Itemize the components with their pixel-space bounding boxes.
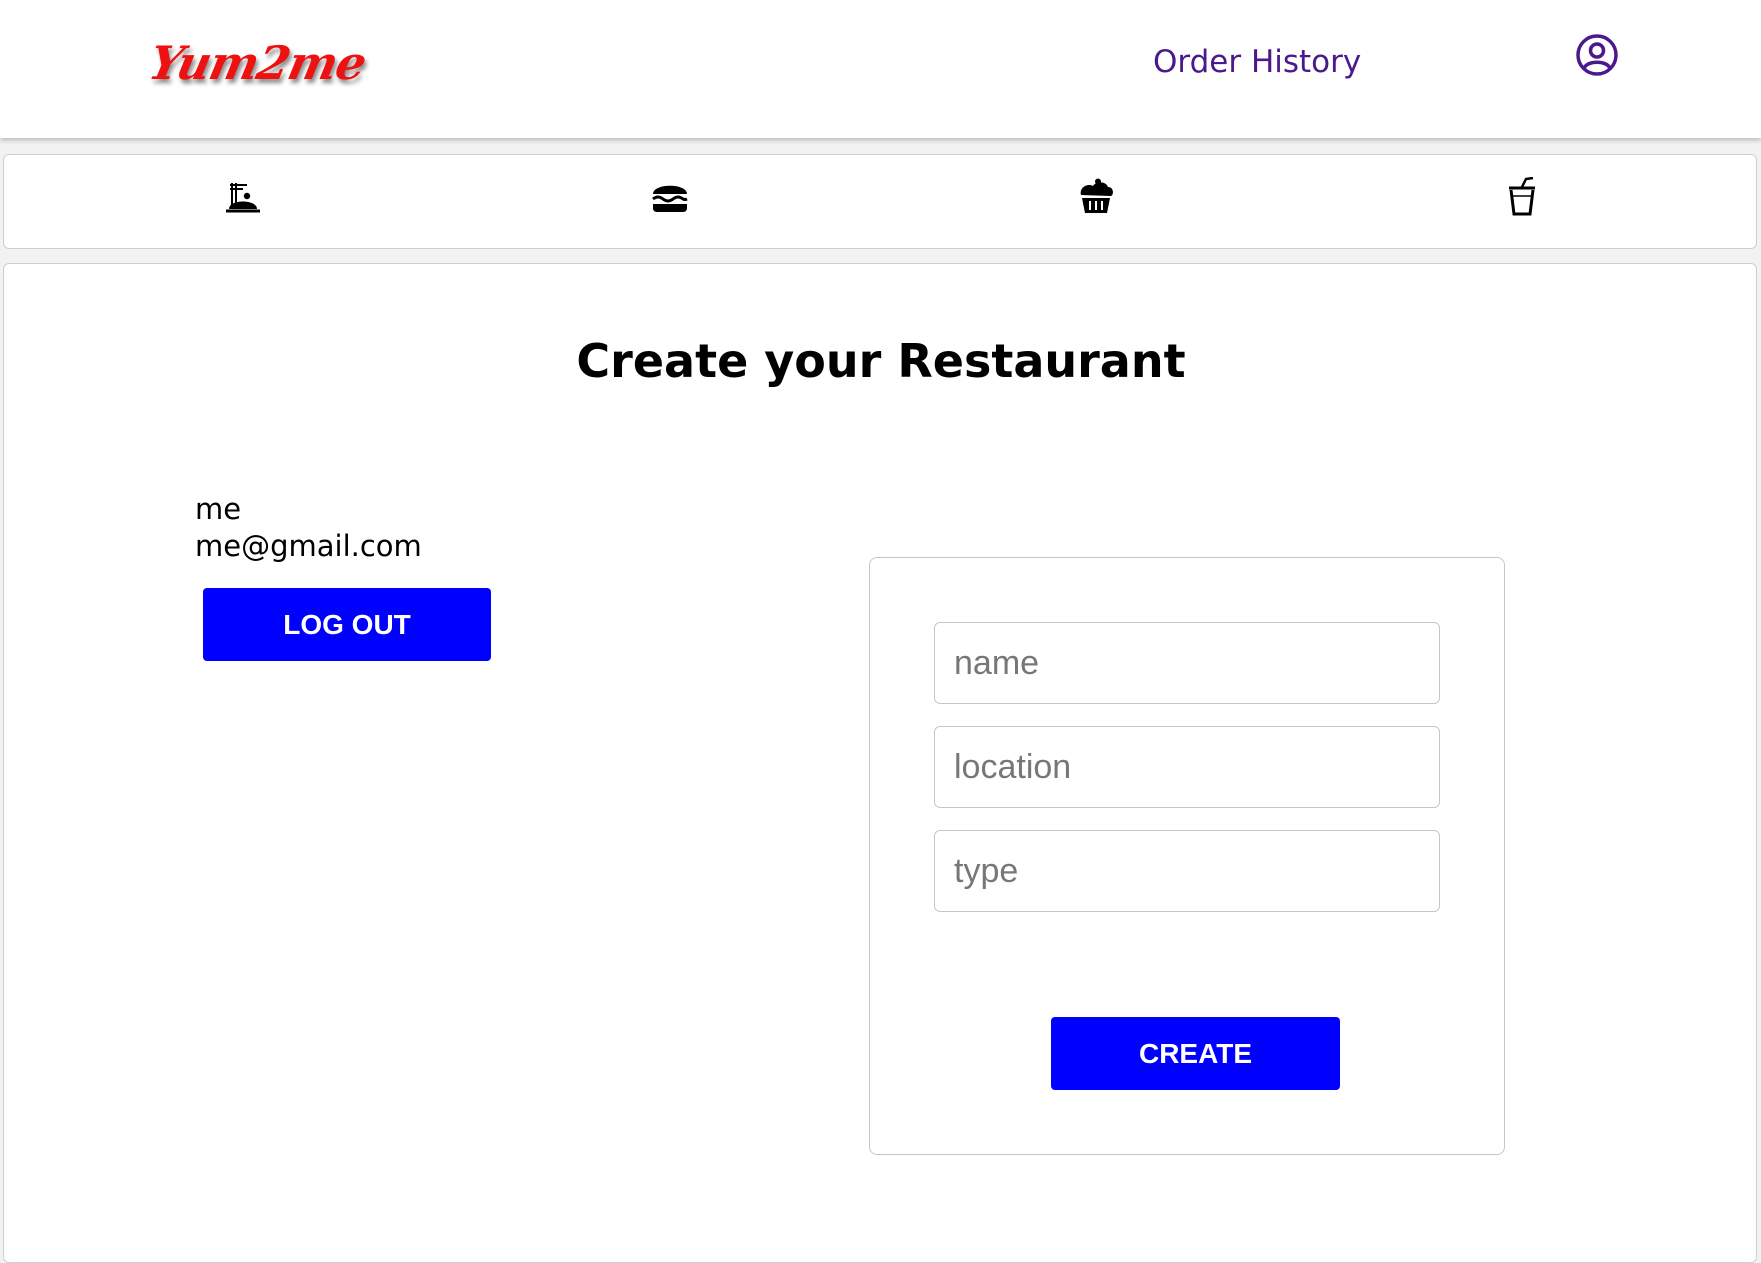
user-circle-icon[interactable] [1574,32,1620,78]
user-email: me@gmail.com [195,529,422,563]
cupcake-icon[interactable] [1076,177,1116,217]
logout-button[interactable]: LOG OUT [203,588,491,661]
user-name: me [195,492,242,526]
category-bar [3,154,1757,249]
drink-cup-icon[interactable] [1502,177,1542,217]
burger-icon[interactable] [650,177,690,217]
noodles-icon[interactable] [223,177,263,217]
restaurant-name-input[interactable] [934,622,1440,704]
order-history-link[interactable]: Order History [1153,44,1361,80]
create-button[interactable]: CREATE [1051,1017,1340,1090]
restaurant-type-input[interactable] [934,830,1440,912]
top-header: Yum2me Order History [0,0,1761,138]
page-title: Create your Restaurant [576,334,1186,388]
create-restaurant-form: CREATE [869,557,1505,1155]
brand-logo[interactable]: Yum2me [144,36,370,90]
restaurant-location-input[interactable] [934,726,1440,808]
main-panel: Create your Restaurant me me@gmail.com L… [3,263,1757,1263]
